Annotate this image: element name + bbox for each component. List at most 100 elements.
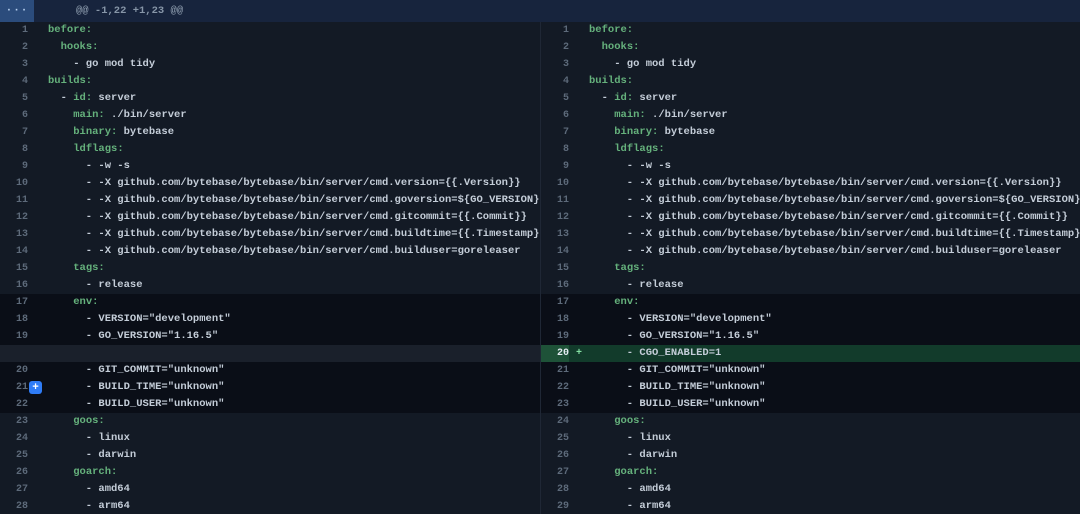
line-marker bbox=[569, 464, 589, 481]
code-text: binary: bytebase bbox=[589, 124, 1080, 141]
line-number[interactable]: 9 bbox=[541, 158, 569, 175]
line-number[interactable]: 15 bbox=[541, 260, 569, 277]
line-number[interactable]: 6 bbox=[0, 107, 28, 124]
line-number[interactable]: 21 bbox=[541, 362, 569, 379]
diff-line: 20 - GIT_COMMIT="unknown" bbox=[0, 362, 540, 379]
line-number[interactable]: 11 bbox=[0, 192, 28, 209]
line-number[interactable]: 5 bbox=[541, 90, 569, 107]
line-number[interactable]: 23 bbox=[541, 396, 569, 413]
line-number[interactable]: 15 bbox=[0, 260, 28, 277]
code-text: - BUILD_TIME="unknown" bbox=[589, 379, 1080, 396]
line-number[interactable]: 21 bbox=[0, 379, 28, 396]
line-number[interactable]: 3 bbox=[541, 56, 569, 73]
line-number[interactable]: 27 bbox=[0, 481, 28, 498]
line-number[interactable]: 20 bbox=[541, 345, 569, 362]
code-text: builds: bbox=[589, 73, 1080, 90]
line-number[interactable]: 28 bbox=[0, 498, 28, 514]
line-number[interactable]: 17 bbox=[541, 294, 569, 311]
line-number[interactable]: 25 bbox=[541, 430, 569, 447]
diff-line: 16 - release bbox=[0, 277, 540, 294]
line-number[interactable]: 14 bbox=[0, 243, 28, 260]
line-number[interactable]: 9 bbox=[0, 158, 28, 175]
line-number[interactable]: 10 bbox=[0, 175, 28, 192]
line-number[interactable]: 11 bbox=[541, 192, 569, 209]
line-number[interactable]: 27 bbox=[541, 464, 569, 481]
diff-line: 15 tags: bbox=[0, 260, 540, 277]
line-number[interactable]: 4 bbox=[541, 73, 569, 90]
diff-line: 16 - release bbox=[541, 277, 1080, 294]
line-number[interactable]: 8 bbox=[0, 141, 28, 158]
line-number[interactable]: 7 bbox=[0, 124, 28, 141]
line-number[interactable]: 25 bbox=[0, 447, 28, 464]
added-line-marker: + bbox=[569, 345, 589, 362]
line-marker: + bbox=[28, 379, 48, 396]
add-comment-button[interactable]: + bbox=[29, 381, 42, 394]
split-diff-view: ··· @@ -1,22 +1,23 @@ 1before:2 hooks:3 … bbox=[0, 0, 1080, 514]
code-text: before: bbox=[48, 22, 540, 39]
code-text: builds: bbox=[48, 73, 540, 90]
line-number[interactable]: 3 bbox=[0, 56, 28, 73]
line-number[interactable]: 8 bbox=[541, 141, 569, 158]
line-marker bbox=[28, 226, 48, 243]
line-marker bbox=[28, 447, 48, 464]
code-text: - -X github.com/bytebase/bytebase/bin/se… bbox=[589, 243, 1080, 260]
line-marker bbox=[28, 175, 48, 192]
line-number[interactable]: 4 bbox=[0, 73, 28, 90]
line-number[interactable]: 18 bbox=[541, 311, 569, 328]
line-number[interactable]: 16 bbox=[541, 277, 569, 294]
code-text: - BUILD_TIME="unknown" bbox=[48, 379, 540, 396]
line-number[interactable]: 1 bbox=[541, 22, 569, 39]
line-number[interactable]: 2 bbox=[0, 39, 28, 56]
code-text: - amd64 bbox=[48, 481, 540, 498]
code-text: - darwin bbox=[48, 447, 540, 464]
code-text: main: ./bin/server bbox=[48, 107, 540, 124]
line-marker bbox=[569, 56, 589, 73]
line-marker bbox=[28, 498, 48, 514]
code-text: goarch: bbox=[589, 464, 1080, 481]
line-number[interactable]: 20 bbox=[0, 362, 28, 379]
line-number[interactable]: 24 bbox=[0, 430, 28, 447]
code-text: ldflags: bbox=[589, 141, 1080, 158]
hunk-header-label: @@ -1,22 +1,23 @@ bbox=[34, 0, 183, 22]
diff-line: 26 goarch: bbox=[0, 464, 540, 481]
line-number[interactable]: 19 bbox=[541, 328, 569, 345]
line-marker bbox=[28, 464, 48, 481]
line-number[interactable]: 28 bbox=[541, 481, 569, 498]
diff-line: 20+ - CGO_ENABLED=1 bbox=[541, 345, 1080, 362]
diff-line: 13 - -X github.com/bytebase/bytebase/bin… bbox=[541, 226, 1080, 243]
line-number[interactable]: 13 bbox=[541, 226, 569, 243]
line-number[interactable]: 22 bbox=[541, 379, 569, 396]
line-number[interactable]: 19 bbox=[0, 328, 28, 345]
diff-line: 6 main: ./bin/server bbox=[0, 107, 540, 124]
line-number[interactable]: 13 bbox=[0, 226, 28, 243]
line-number[interactable]: 22 bbox=[0, 396, 28, 413]
line-number[interactable]: 29 bbox=[541, 498, 569, 514]
line-number[interactable]: 1 bbox=[0, 22, 28, 39]
line-number[interactable]: 2 bbox=[541, 39, 569, 56]
line-marker bbox=[569, 498, 589, 514]
line-marker bbox=[569, 260, 589, 277]
line-number[interactable]: 18 bbox=[0, 311, 28, 328]
line-number[interactable]: 26 bbox=[541, 447, 569, 464]
line-number[interactable]: 26 bbox=[0, 464, 28, 481]
code-text: - release bbox=[589, 277, 1080, 294]
line-number[interactable]: 16 bbox=[0, 277, 28, 294]
expand-hunk-button[interactable]: ··· bbox=[0, 0, 34, 22]
line-number[interactable]: 24 bbox=[541, 413, 569, 430]
diff-line: 5 - id: server bbox=[0, 90, 540, 107]
line-number[interactable]: 12 bbox=[541, 209, 569, 226]
line-marker bbox=[28, 90, 48, 107]
line-number bbox=[0, 345, 28, 362]
line-number[interactable]: 14 bbox=[541, 243, 569, 260]
line-number[interactable]: 10 bbox=[541, 175, 569, 192]
line-number[interactable]: 5 bbox=[0, 90, 28, 107]
code-text: - go mod tidy bbox=[589, 56, 1080, 73]
line-number[interactable]: 6 bbox=[541, 107, 569, 124]
line-marker bbox=[28, 73, 48, 90]
line-number[interactable]: 23 bbox=[0, 413, 28, 430]
line-number[interactable]: 17 bbox=[0, 294, 28, 311]
line-number[interactable]: 12 bbox=[0, 209, 28, 226]
line-number[interactable]: 7 bbox=[541, 124, 569, 141]
code-text: goos: bbox=[589, 413, 1080, 430]
diff-line: 27 - amd64 bbox=[0, 481, 540, 498]
